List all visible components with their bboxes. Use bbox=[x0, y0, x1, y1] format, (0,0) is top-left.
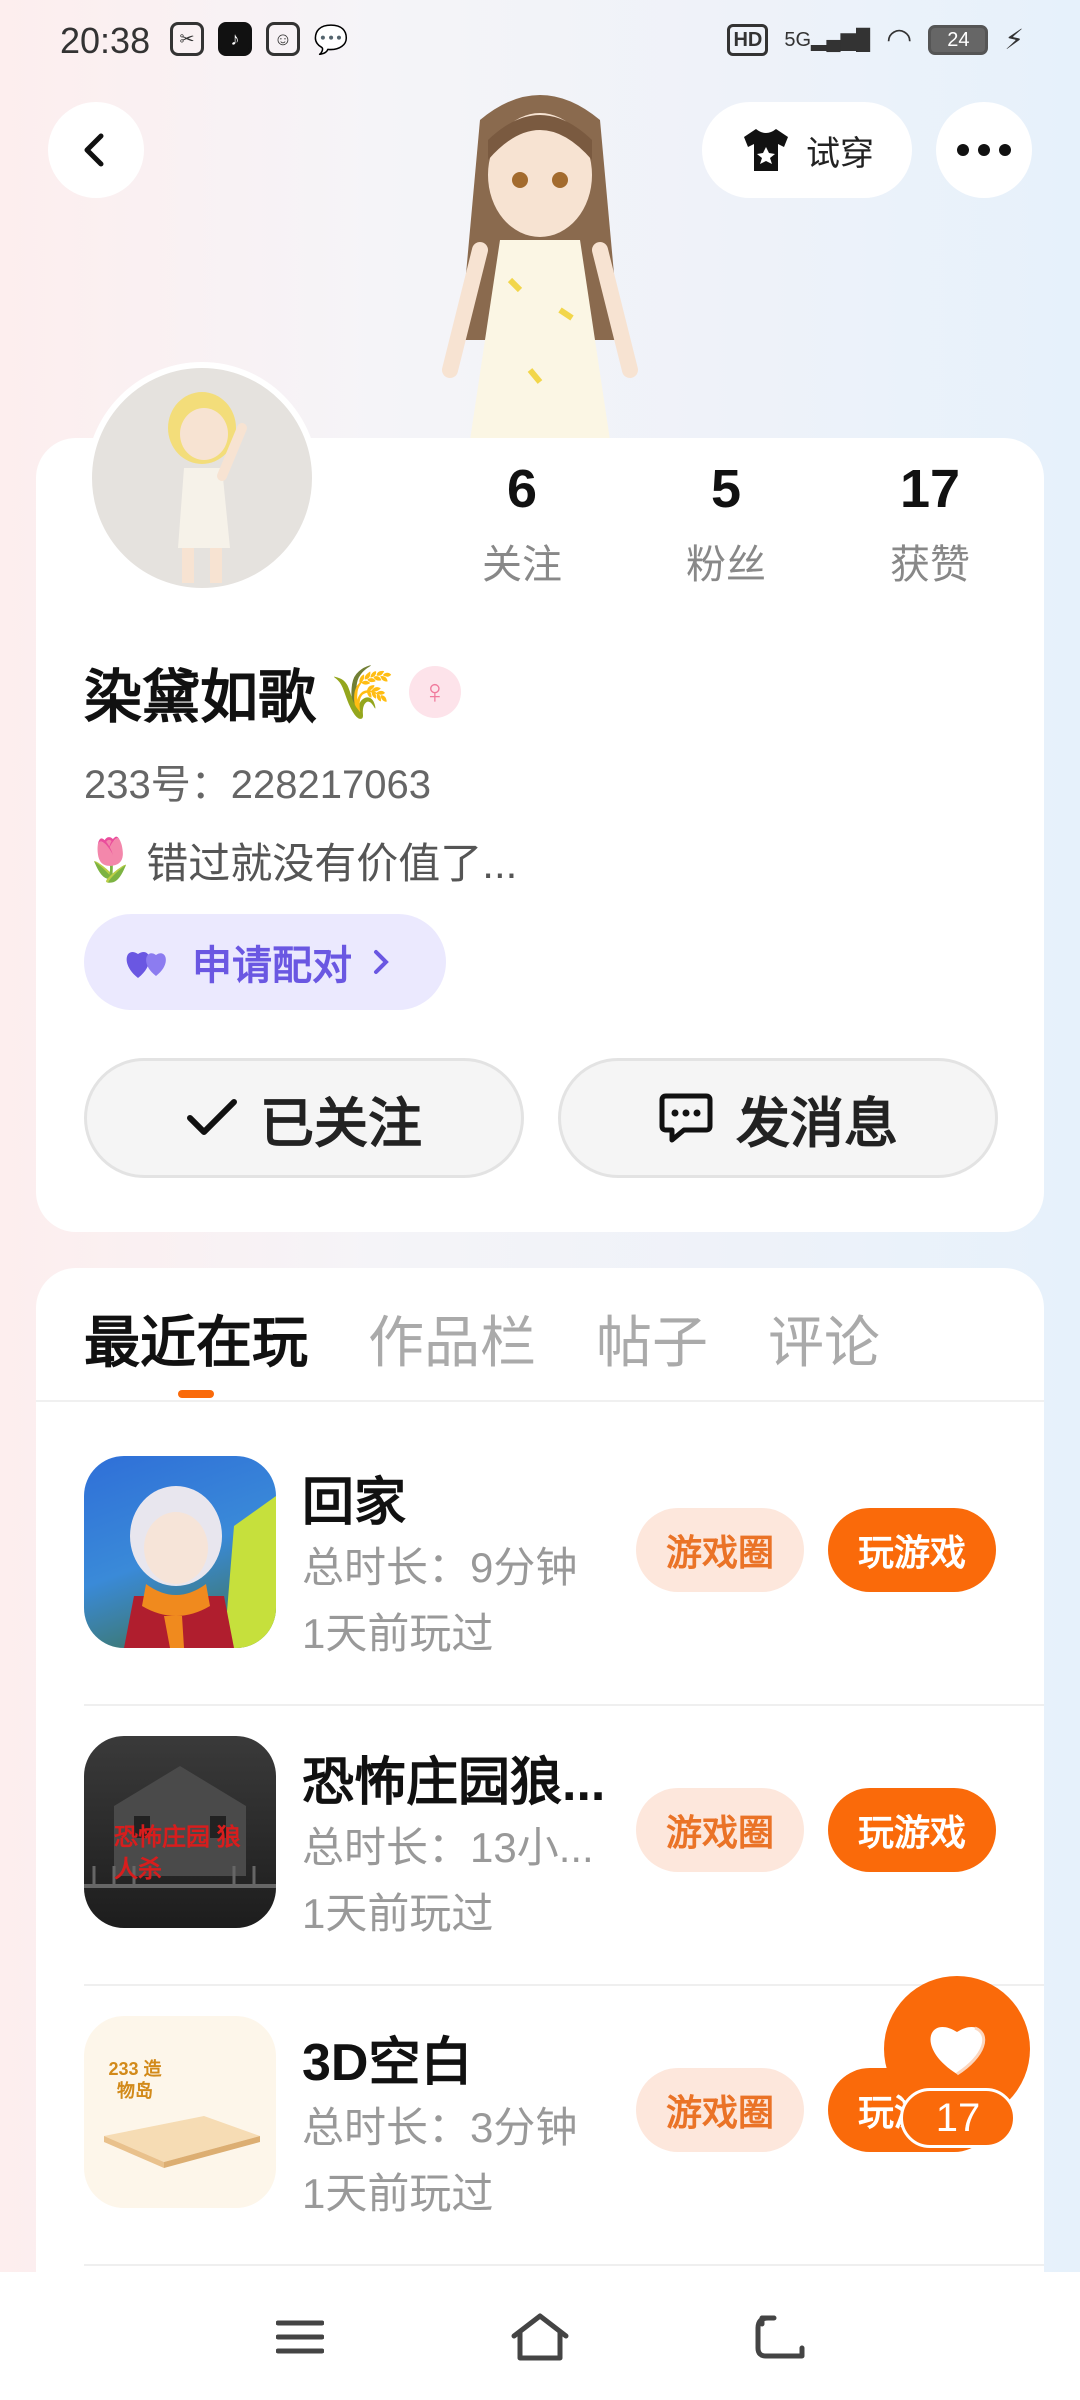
battery-icon: 24 bbox=[928, 24, 989, 55]
game-icon-art bbox=[124, 1486, 276, 1648]
clock: 20:38 bbox=[60, 20, 151, 61]
user-name-row: 染黛如歌 🌾 ♀ bbox=[84, 650, 461, 734]
tab-comments[interactable]: 评论 bbox=[768, 1298, 880, 1379]
followers-stat[interactable]: 5 粉丝 bbox=[626, 458, 826, 590]
game-circle-button[interactable]: 游戏圈 bbox=[636, 1508, 804, 1592]
bio: 🌷 错过就没有价值了... bbox=[84, 830, 517, 891]
game-circle-button[interactable]: 游戏圈 bbox=[636, 1788, 804, 1872]
system-navigation-bar bbox=[0, 2272, 1080, 2400]
following-count: 6 bbox=[506, 459, 538, 519]
try-on-label: 试穿 bbox=[806, 134, 874, 173]
tab-posts[interactable]: 帖子 bbox=[596, 1298, 708, 1379]
tab-divider bbox=[36, 1400, 1044, 1402]
avatar[interactable] bbox=[86, 362, 318, 594]
game-app-icon: ☺ bbox=[266, 22, 300, 56]
signal-icon: 5G▂▄▆█ bbox=[784, 29, 871, 51]
tab-works[interactable]: 作品栏 bbox=[368, 1298, 536, 1379]
menu-icon bbox=[276, 2320, 324, 2354]
wifi-icon: ◠ bbox=[886, 23, 913, 56]
try-on-button[interactable]: 试穿 bbox=[702, 102, 912, 198]
network-label: 5G bbox=[784, 29, 812, 51]
followers-count: 5 bbox=[710, 459, 742, 519]
request-match-label: 申请配对 bbox=[192, 944, 352, 988]
likes-label: 获赞 bbox=[890, 543, 970, 587]
send-message-label: 发消息 bbox=[736, 1093, 898, 1154]
game-icon[interactable]: 233 造物岛 bbox=[84, 2016, 276, 2208]
row-divider bbox=[84, 2264, 1044, 2266]
tiktok-icon: ♪ bbox=[218, 22, 252, 56]
row-divider bbox=[84, 1984, 1044, 1986]
game-last-played: 1天前玩过 bbox=[302, 1610, 494, 1657]
more-button[interactable] bbox=[936, 102, 1032, 198]
game-title: 回家 bbox=[302, 1474, 407, 1532]
female-icon: ♀ bbox=[408, 666, 461, 718]
game-duration: 总时长：9分钟 bbox=[302, 1544, 578, 1591]
game-duration: 总时长：13小... bbox=[302, 1824, 594, 1871]
game-circle-button[interactable]: 游戏圈 bbox=[636, 2068, 804, 2152]
play-game-button[interactable]: 玩游戏 bbox=[828, 1788, 996, 1872]
scissors-app-icon: ✂ bbox=[170, 22, 204, 56]
likes-count: 17 bbox=[899, 459, 961, 519]
notification-icons: ✂ ♪ ☺ 💬 bbox=[170, 22, 348, 56]
game-icon[interactable]: 恐怖庄园 狼人杀 bbox=[84, 1736, 276, 1928]
home-nav-button[interactable] bbox=[500, 2302, 580, 2372]
send-message-button[interactable]: 发消息 bbox=[558, 1058, 998, 1178]
like-count-badge: 17 bbox=[900, 2088, 1016, 2148]
game-last-played: 1天前玩过 bbox=[302, 1890, 494, 1937]
tulip-icon: 🌷 bbox=[84, 836, 137, 883]
character-illustration bbox=[442, 95, 638, 440]
tab-recently-played[interactable]: 最近在玩 bbox=[84, 1298, 308, 1379]
back-button[interactable] bbox=[48, 102, 144, 198]
game-icon[interactable] bbox=[84, 1456, 276, 1648]
following-stat[interactable]: 6 关注 bbox=[422, 458, 622, 590]
status-bar: 20:38 ✂ ♪ ☺ 💬 HD 5G▂▄▆█ ◠ 24 ⚡ bbox=[0, 0, 1080, 84]
followed-label: 已关注 bbox=[260, 1093, 422, 1154]
more-dots-icon bbox=[957, 144, 1011, 156]
list-item[interactable]: 恐怖庄园 狼人杀 恐怖庄园狼... 总时长：13小... 1天前玩过 游戏圈 玩… bbox=[84, 1736, 1044, 2016]
chevron-right-icon bbox=[374, 950, 389, 974]
hearts-icon bbox=[126, 952, 166, 978]
following-label: 关注 bbox=[482, 543, 562, 587]
list-item[interactable]: 回家 总时长：9分钟 1天前玩过 游戏圈 玩游戏 bbox=[84, 1456, 1044, 1736]
row-divider bbox=[84, 1704, 1044, 1706]
game-icon-text: 恐怖庄园 狼人杀 bbox=[114, 1824, 241, 1883]
game-duration: 总时长：3分钟 bbox=[302, 2104, 578, 2151]
game-icon-text: 233 造物岛 bbox=[108, 2059, 162, 2101]
user-name: 染黛如歌 bbox=[84, 665, 317, 730]
back-nav-button[interactable] bbox=[740, 2302, 820, 2372]
bio-text: 错过就没有价值了... bbox=[146, 840, 518, 887]
game-last-played: 1天前玩过 bbox=[302, 2170, 494, 2217]
play-game-button[interactable]: 玩游戏 bbox=[828, 1508, 996, 1592]
wheat-emoji-icon: 🌾 bbox=[330, 663, 395, 722]
hd-icon: HD bbox=[727, 23, 769, 56]
game-icon-art bbox=[104, 2116, 260, 2168]
back-nav-icon bbox=[755, 2315, 805, 2359]
chevron-left-icon bbox=[84, 133, 104, 167]
request-match-button[interactable]: 申请配对 bbox=[84, 914, 446, 1010]
heart-icon bbox=[930, 2026, 986, 2076]
tshirt-icon bbox=[744, 129, 788, 171]
home-icon bbox=[511, 2313, 569, 2361]
game-title: 恐怖庄园狼... bbox=[302, 1754, 606, 1812]
user-id: 233号：228217063 bbox=[84, 763, 431, 807]
game-title: 3D空白 bbox=[302, 2034, 473, 2092]
menu-nav-button[interactable] bbox=[260, 2302, 340, 2372]
charging-icon: ⚡ bbox=[1004, 24, 1024, 55]
followed-button[interactable]: 已关注 bbox=[84, 1058, 524, 1178]
chat-bubble-icon bbox=[659, 1093, 713, 1143]
active-tab-indicator bbox=[178, 1390, 214, 1398]
wechat-icon: 💬 bbox=[313, 23, 349, 55]
character-3d-model[interactable] bbox=[420, 80, 660, 440]
system-indicators: HD 5G▂▄▆█ ◠ 24 ⚡ bbox=[727, 22, 1024, 57]
check-icon bbox=[187, 1099, 237, 1135]
followers-label: 粉丝 bbox=[686, 543, 766, 587]
likes-stat[interactable]: 17 获赞 bbox=[830, 458, 1030, 590]
avatar-illustration bbox=[168, 392, 247, 583]
